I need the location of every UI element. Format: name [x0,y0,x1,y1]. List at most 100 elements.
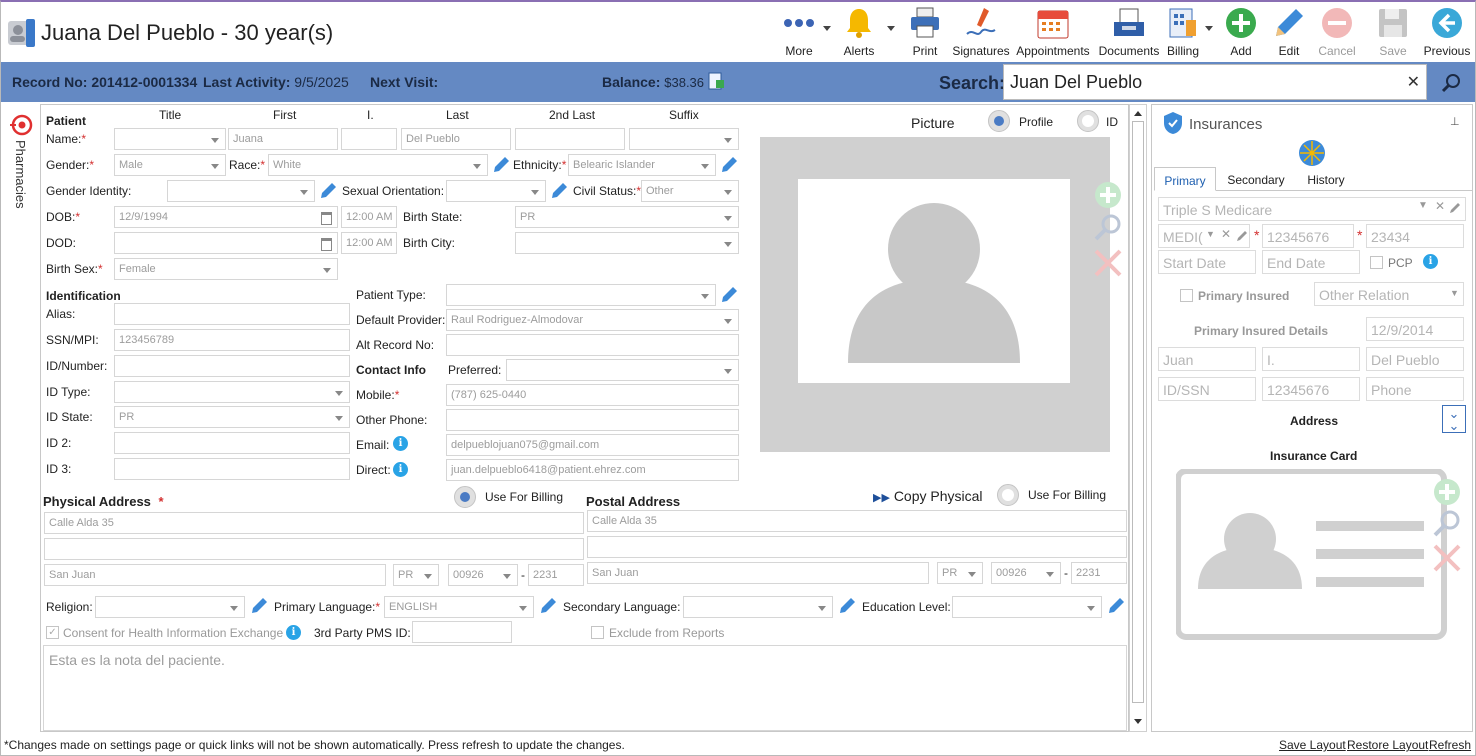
physical-state-select[interactable]: PR [393,564,439,586]
last-name-input[interactable]: Del Pueblo [401,128,511,150]
alt-record-input[interactable] [446,334,739,356]
insured-phone-input[interactable]: Phone [1366,377,1464,401]
secondary-language-select[interactable] [683,596,833,618]
signatures-button[interactable]: Signatures [951,6,1011,60]
profile-radio[interactable] [988,110,1010,132]
gender-identity-select[interactable] [167,180,315,202]
preferred-contact-select[interactable] [506,359,739,381]
save-layout-link[interactable]: Save Layout [1279,738,1346,752]
plan-clear-icon[interactable]: ✕ [1435,199,1445,213]
id-radio[interactable] [1077,110,1099,132]
mobile-input[interactable]: (787) 625-0440 [446,384,739,406]
physical-line2-input[interactable] [44,538,584,560]
sexual-orientation-edit-pencil-icon[interactable] [549,181,569,201]
race-edit-pencil-icon[interactable] [491,155,511,175]
direct-input[interactable]: juan.delpueblo6418@patient.ehrez.com [446,459,739,481]
second-last-input[interactable] [515,128,625,150]
birth-state-select[interactable]: PR [515,206,739,228]
restore-layout-link[interactable]: Restore Layout [1347,738,1428,752]
alerts-dropdown-caret[interactable] [887,26,895,31]
patient-note-textarea[interactable]: Esta es la nota del paciente. [43,645,1127,731]
delete-photo-icon[interactable] [1093,248,1123,278]
pharmacy-target-icon[interactable] [9,114,33,136]
add-card-icon[interactable] [1432,477,1462,507]
insured-id-input[interactable]: 12345676 [1262,377,1360,401]
postal-line2-input[interactable] [587,536,1127,558]
clear-search-icon[interactable]: ✕ [1407,72,1420,92]
other-phone-input[interactable] [446,409,739,431]
primary-language-edit-pencil-icon[interactable] [538,596,558,616]
refresh-link[interactable]: Refresh [1429,738,1471,752]
type-clear-icon[interactable]: ✕ [1221,227,1231,241]
postal-use-billing-radio[interactable] [997,484,1019,506]
insured-last-input[interactable]: Del Pueblo [1366,347,1464,371]
dob-time-input[interactable]: 12:00 AM [341,206,397,228]
email-info-icon[interactable]: i [393,436,408,451]
end-date-input[interactable]: End Date [1262,250,1360,274]
pharmacies-tab[interactable]: Pharmacies [13,140,28,209]
relation-dropdown-icon[interactable]: ▼ [1450,288,1459,298]
delete-card-icon[interactable] [1432,543,1462,573]
type-edit-pencil-icon[interactable] [1236,230,1248,242]
initial-input[interactable] [341,128,397,150]
insured-id-ssn-input[interactable]: ID/SSN [1158,377,1256,401]
copy-physical-button[interactable]: ▶▶ Copy Physical [873,488,983,504]
ssn-input[interactable]: 123456789 [114,329,350,351]
tab-secondary[interactable]: Secondary [1220,167,1292,191]
scroll-up-arrow[interactable] [1134,111,1142,116]
insured-initial-input[interactable]: I. [1262,347,1360,371]
physical-city-input[interactable]: San Juan [44,564,386,586]
scroll-down-arrow[interactable] [1134,719,1142,724]
primary-language-select[interactable]: ENGLISH [384,596,534,618]
title-select[interactable] [114,128,226,150]
plan-edit-pencil-icon[interactable] [1449,202,1461,214]
pcp-info-icon[interactable]: i [1423,254,1438,269]
previous-button[interactable]: Previous [1417,6,1476,60]
search-input[interactable]: Juan Del Pueblo ✕ [1003,64,1427,100]
gender-identity-edit-pencil-icon[interactable] [318,181,338,201]
tab-history[interactable]: History [1296,167,1356,191]
other-relation-select[interactable]: Other Relation [1314,282,1464,306]
id3-input[interactable] [114,458,350,480]
postal-zip4-input[interactable]: 2231 [1071,562,1127,584]
tab-primary[interactable]: Primary [1154,167,1216,191]
postal-city-input[interactable]: San Juan [587,562,929,584]
postal-state-select[interactable]: PR [937,562,983,584]
insured-first-input[interactable]: Juan [1158,347,1256,371]
group-number-input[interactable]: 23434 [1366,224,1464,248]
birth-city-select[interactable] [515,232,739,254]
exclude-reports-checkbox[interactable] [591,626,604,639]
gender-select[interactable]: Male [114,154,226,176]
start-date-input[interactable]: Start Date [1158,250,1256,274]
plan-dropdown-icon[interactable]: ▼ [1418,200,1428,211]
postal-zip-select[interactable]: 00926 [991,562,1061,584]
scroll-thumb[interactable] [1132,121,1144,703]
email-input[interactable]: delpueblojuan075@gmail.com [446,434,739,456]
physical-zip-select[interactable]: 00926 [448,564,518,586]
patient-type-select[interactable] [446,284,716,306]
birth-sex-select[interactable]: Female [114,258,338,280]
add-photo-icon[interactable] [1093,180,1123,210]
first-name-input[interactable]: Juana [228,128,338,150]
physical-zip4-input[interactable]: 2231 [528,564,584,586]
suffix-select[interactable] [629,128,739,150]
ethnicity-edit-pencil-icon[interactable] [719,155,739,175]
sexual-orientation-select[interactable] [446,180,546,202]
type-dropdown-icon[interactable]: ▼ [1206,229,1215,239]
ethnicity-select[interactable]: Belearic Islander [568,154,716,176]
consent-info-icon[interactable]: i [286,625,301,640]
education-level-select[interactable] [952,596,1102,618]
education-level-edit-pencil-icon[interactable] [1106,596,1126,616]
id-type-select[interactable] [114,381,350,403]
pin-icon[interactable]: ⊥ [1450,115,1460,128]
religion-edit-pencil-icon[interactable] [249,596,269,616]
dod-time-input[interactable]: 12:00 AM [341,232,397,254]
balance-document-icon[interactable] [707,72,725,90]
postal-line1-input[interactable]: Calle Alda 35 [587,510,1127,532]
primary-insured-checkbox[interactable] [1180,289,1193,302]
member-id-input[interactable]: 12345676 [1262,224,1354,248]
id-number-input[interactable] [114,355,350,377]
appointments-button[interactable]: Appointments [1016,6,1090,60]
network-globe-icon[interactable] [1298,139,1326,167]
consent-checkbox[interactable]: ✓ [46,626,59,639]
